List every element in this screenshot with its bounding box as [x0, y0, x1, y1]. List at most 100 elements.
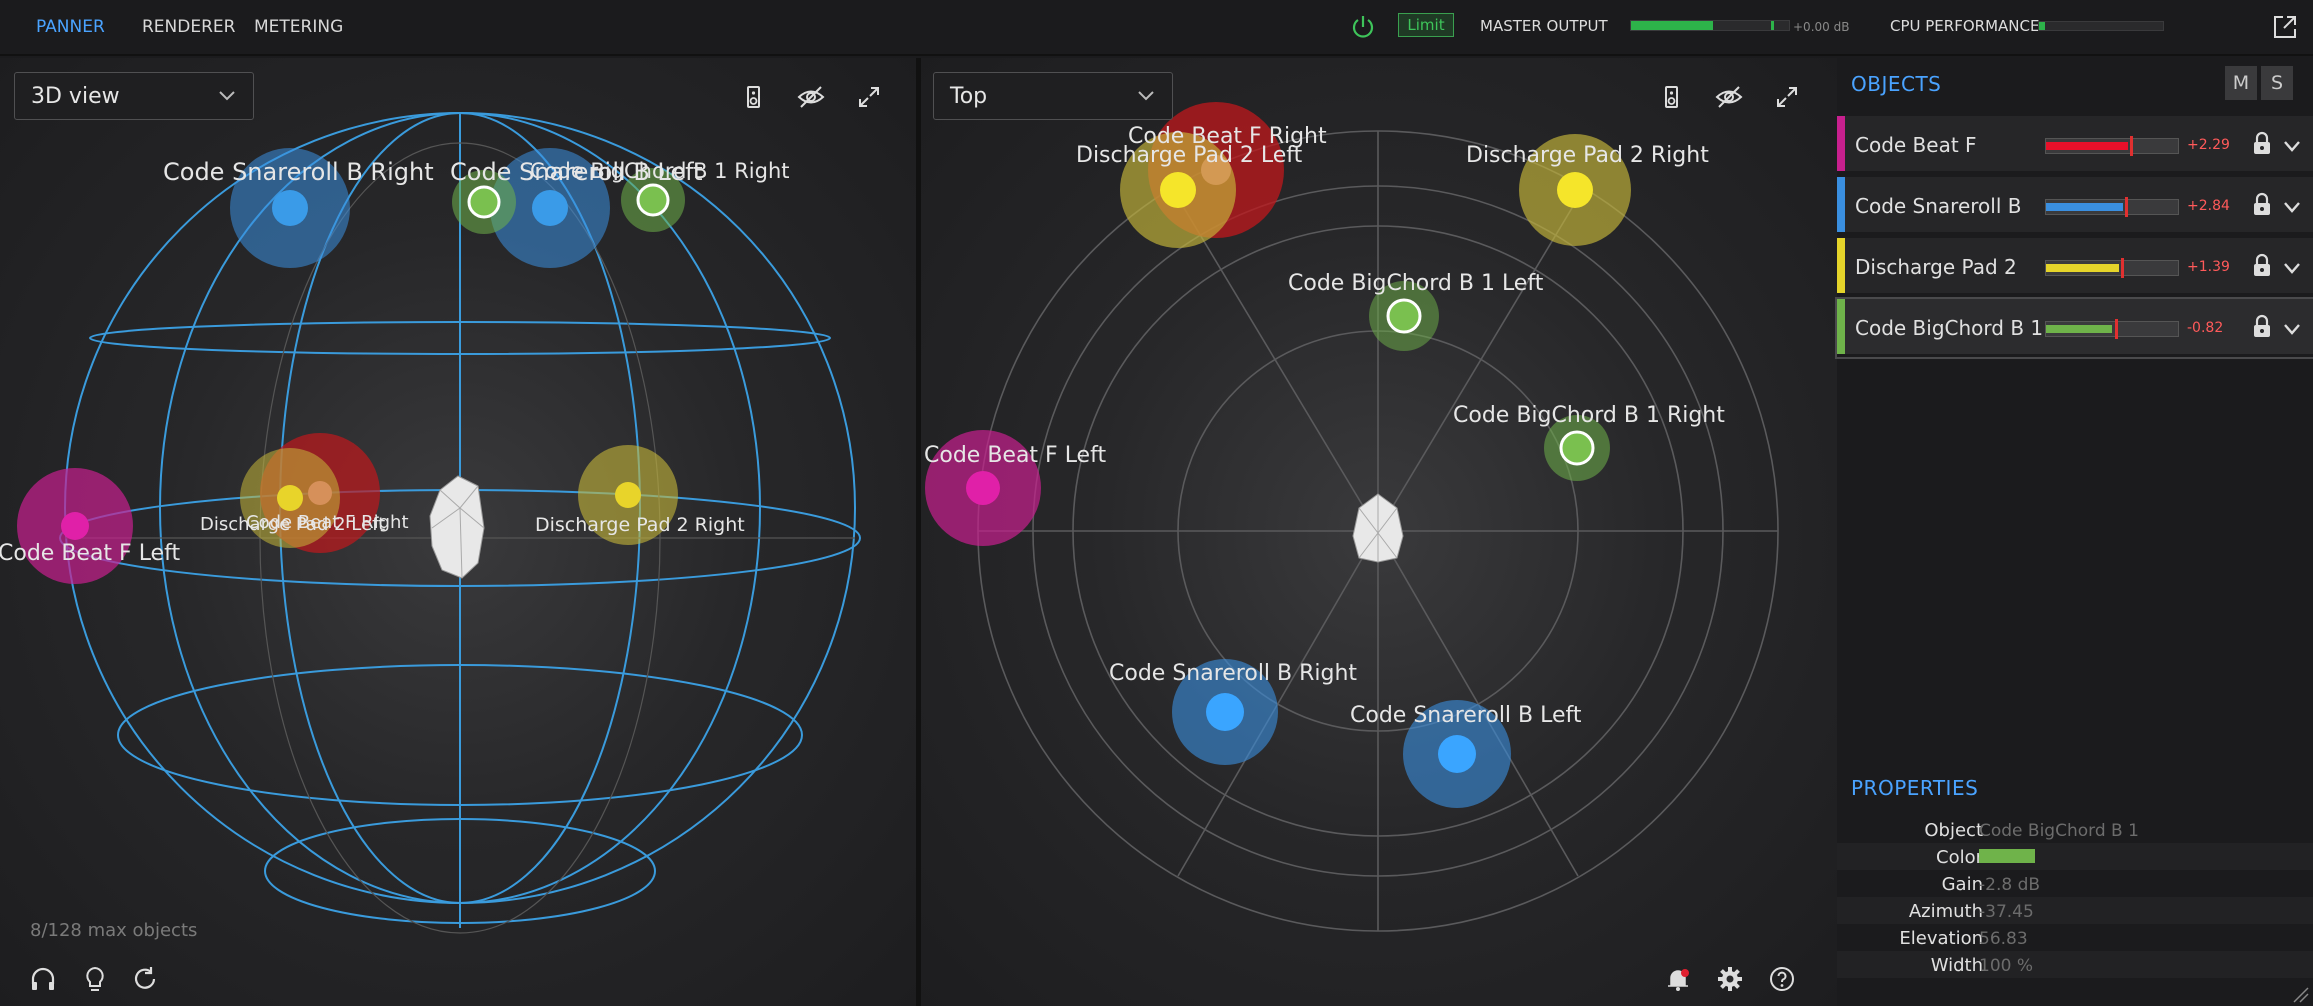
object-color-stripe — [1837, 238, 1845, 293]
property-width-value[interactable]: 100 % — [1979, 956, 2033, 976]
hide-eye-icon[interactable] — [796, 82, 826, 112]
property-color-swatch[interactable] — [1979, 849, 2035, 863]
listener-head-top-icon — [1352, 493, 1404, 563]
object-meter-fill — [2046, 264, 2119, 272]
master-output-db: +0.00 dB — [1793, 20, 1850, 34]
object-row[interactable]: Code Snareroll B +2.84 — [1837, 177, 2313, 235]
view-3d-panel[interactable]: Code Snareroll B Right Code Snareroll B … — [0, 58, 916, 1006]
listener-head-icon — [429, 475, 485, 579]
sphere-label-beat-right: Code Beat F Right — [246, 512, 409, 533]
chevron-down-icon[interactable] — [2281, 196, 2303, 218]
hide-eye-icon[interactable] — [1714, 82, 1744, 112]
object-color-stripe — [1837, 116, 1845, 171]
chevron-down-icon — [219, 91, 235, 101]
refresh-icon[interactable] — [130, 964, 160, 994]
object-gain-value: +1.39 — [2187, 259, 2230, 275]
chevron-down-icon[interactable] — [2281, 257, 2303, 279]
object-gain-handle[interactable] — [2121, 258, 2125, 278]
object-row[interactable]: Code Beat F +2.29 — [1837, 116, 2313, 174]
object-meter-fill — [2046, 325, 2112, 333]
solo-button[interactable]: S — [2261, 66, 2293, 100]
object-gain-handle[interactable] — [2130, 136, 2134, 156]
sphere-3d[interactable]: Code Snareroll B Right Code Snareroll B … — [0, 58, 916, 1006]
mute-button[interactable]: M — [2225, 66, 2257, 100]
view-top-panel[interactable]: Code Beat F Right Discharge Pad 2 Left D… — [921, 58, 1837, 1006]
objects-header: OBJECTS — [1851, 72, 1942, 96]
fullscreen-icon[interactable] — [1772, 82, 1802, 112]
object-gain-meter[interactable] — [2045, 258, 2179, 278]
top-label-pad-left: Discharge Pad 2 Left — [1076, 143, 1303, 168]
object-row[interactable]: Discharge Pad 2 +1.39 — [1837, 238, 2313, 296]
view-mode-value-right: Top — [950, 84, 988, 109]
object-meter-fill — [2046, 203, 2123, 211]
fullscreen-icon[interactable] — [854, 82, 884, 112]
property-elevation-value[interactable]: 56.83 — [1979, 929, 2028, 949]
settings-gear-icon[interactable] — [1715, 964, 1745, 994]
object-name: Discharge Pad 2 — [1855, 255, 2017, 279]
lock-icon[interactable] — [2251, 131, 2273, 157]
object-name: Code Beat F — [1855, 133, 1977, 157]
master-output-fill — [1631, 21, 1714, 30]
cpu-performance-meter — [2038, 21, 2164, 31]
object-meter-fill — [2046, 142, 2128, 150]
view-mode-value-left: 3D view — [31, 84, 120, 109]
object-gain-meter[interactable] — [2045, 136, 2179, 156]
tab-renderer[interactable]: RENDERER — [142, 17, 235, 37]
property-key: Width — [1930, 955, 1983, 976]
cpu-performance-label: CPU PERFORMANCE — [1890, 17, 2040, 35]
master-output-label: MASTER OUTPUT — [1480, 17, 1608, 35]
property-row-width: Width 100 % — [1837, 951, 2313, 978]
headphones-icon[interactable] — [28, 964, 58, 994]
help-icon[interactable] — [1767, 964, 1797, 994]
top-label-bigchord-right: Code BigChord B 1 Right — [1453, 403, 1725, 428]
property-object-value[interactable]: Code BigChord B 1 — [1979, 821, 2139, 841]
chevron-down-icon[interactable] — [2281, 135, 2303, 157]
power-icon[interactable] — [1350, 14, 1376, 40]
speaker-icon[interactable] — [1656, 82, 1686, 112]
object-gain-handle[interactable] — [2125, 197, 2129, 217]
top-view-radar[interactable]: Code Beat F Right Discharge Pad 2 Left D… — [921, 58, 1837, 1006]
lock-icon[interactable] — [2251, 253, 2273, 279]
master-output-peak — [1771, 21, 1774, 30]
lock-icon[interactable] — [2251, 314, 2273, 340]
tab-metering[interactable]: METERING — [254, 17, 343, 37]
max-objects-count: 8/128 max objects — [30, 920, 198, 941]
view-mode-dropdown-left[interactable]: 3D view — [14, 72, 254, 120]
top-label-snare-right: Code Snareroll B Right — [1109, 661, 1357, 686]
property-gain-value[interactable]: -2.8 dB — [1979, 875, 2040, 895]
tab-panner[interactable]: PANNER — [36, 17, 105, 37]
object-gain-value: +2.84 — [2187, 198, 2230, 214]
sphere-label-beat-left: Code Beat F Left — [0, 541, 180, 566]
lightbulb-icon[interactable] — [80, 964, 110, 994]
property-row-gain: Gain -2.8 dB — [1837, 870, 2313, 897]
resize-handle-icon[interactable] — [2290, 984, 2310, 1004]
top-label-snare-left: Code Snareroll B Left — [1350, 703, 1582, 728]
object-gain-meter[interactable] — [2045, 197, 2179, 217]
object-gain-value: +2.29 — [2187, 137, 2230, 153]
properties-header: PROPERTIES — [1851, 776, 1979, 800]
lock-icon[interactable] — [2251, 192, 2273, 218]
property-key: Elevation — [1899, 928, 1983, 949]
object-name: Code Snareroll B — [1855, 194, 2022, 218]
notification-bell-icon[interactable] — [1663, 964, 1693, 994]
limit-button[interactable]: Limit — [1398, 13, 1454, 37]
sphere-object-beat-left[interactable] — [17, 468, 133, 584]
object-row[interactable]: Code BigChord B 1 -0.82 — [1835, 297, 2313, 359]
side-panel: OBJECTS M S Code Beat F +2.29 Code Snarero… — [1835, 58, 2313, 1006]
property-azimuth-value[interactable]: -37.45 — [1979, 902, 2034, 922]
view-mode-dropdown-right[interactable]: Top — [933, 72, 1173, 120]
master-output-meter — [1630, 20, 1790, 31]
cpu-performance-fill — [2039, 22, 2046, 30]
property-row-elevation: Elevation 56.83 — [1837, 924, 2313, 951]
object-gain-handle[interactable] — [2114, 319, 2118, 339]
top-bar: PANNER RENDERER METERING Limit MASTER OU… — [0, 0, 2313, 56]
object-gain-meter[interactable] — [2045, 319, 2179, 339]
property-key: Azimuth — [1908, 901, 1983, 922]
chevron-down-icon[interactable] — [2281, 318, 2303, 340]
object-color-stripe — [1837, 299, 1845, 354]
object-color-stripe — [1837, 177, 1845, 232]
popout-window-icon[interactable] — [2270, 12, 2300, 42]
speaker-icon[interactable] — [738, 82, 768, 112]
sphere-label-bigchord-right: Code BigChord B 1 Right — [530, 159, 790, 183]
property-row-azimuth: Azimuth -37.45 — [1837, 897, 2313, 924]
